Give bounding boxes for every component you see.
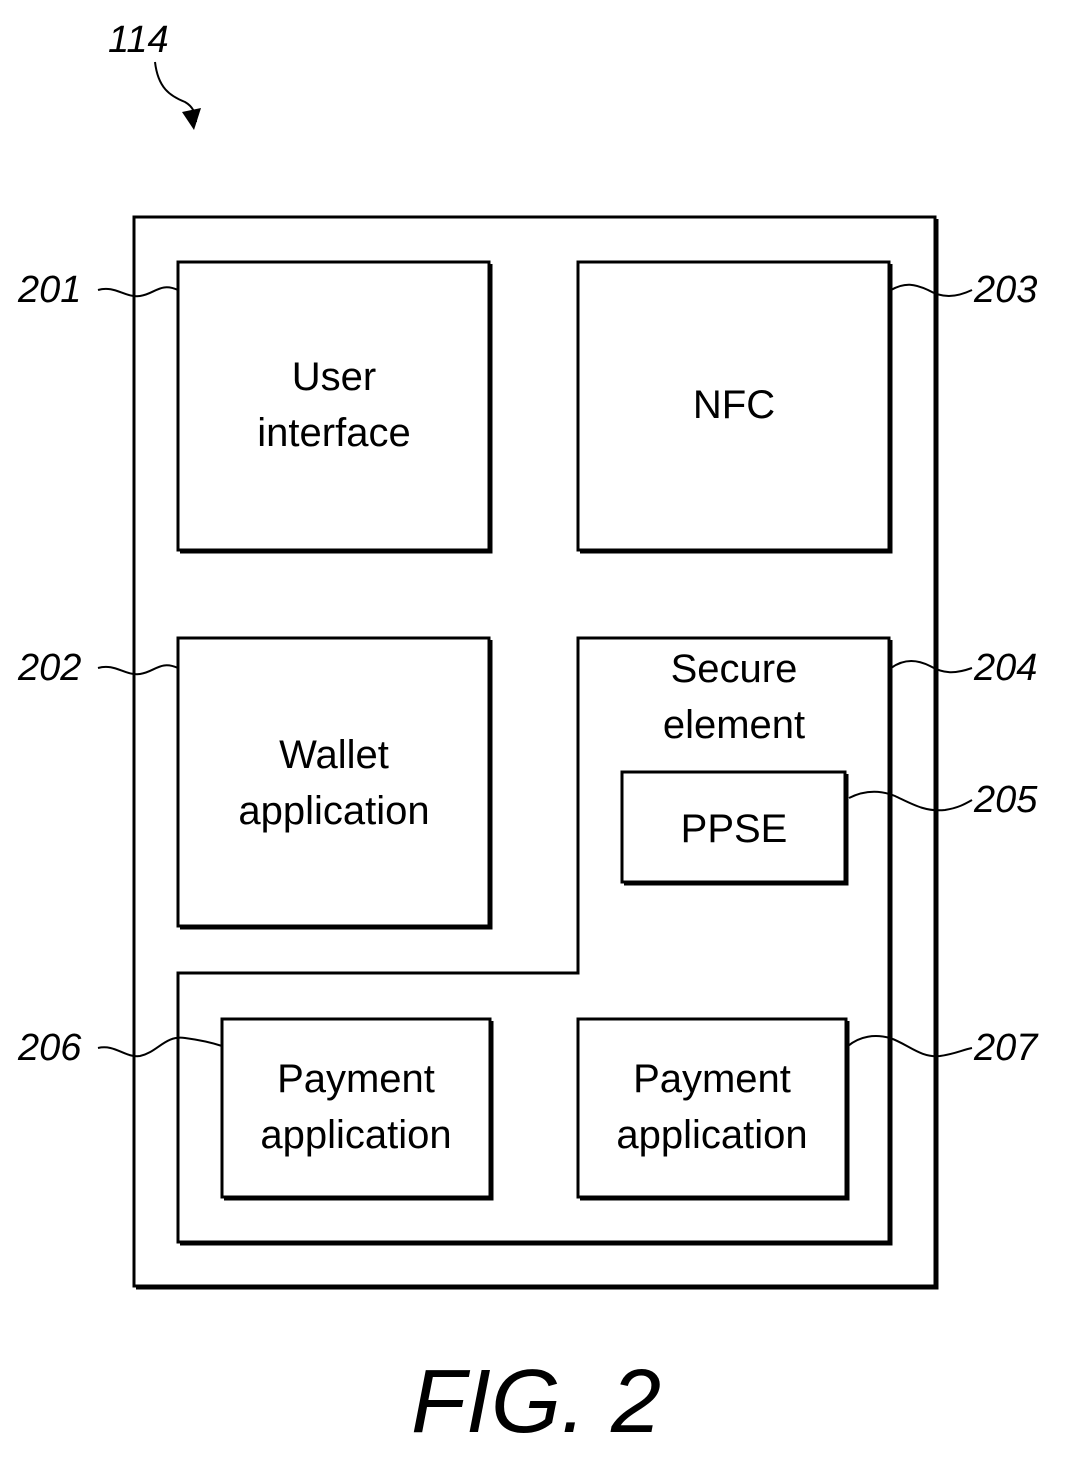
ref-206: 206 — [17, 1027, 82, 1069]
payment-right-label-1: Payment — [633, 1057, 791, 1101]
ppse-label: PPSE — [681, 807, 788, 851]
payment-application-left-block: Payment application — [220, 1017, 494, 1201]
leader-206 — [97, 1036, 223, 1058]
arrowhead-icon — [182, 108, 201, 130]
secure-element-label-1: Secure — [671, 647, 798, 691]
figure-ref-number: 114 — [108, 19, 169, 61]
diagram-canvas: 114 User interface 201 NFC 203 Wallet ap… — [17, 19, 1039, 1452]
wallet-application-block: Wallet application — [176, 636, 493, 930]
ref-207: 207 — [973, 1027, 1039, 1069]
payment-left-label-1: Payment — [277, 1057, 435, 1101]
wallet-label-1: Wallet — [279, 733, 389, 777]
nfc-label: NFC — [693, 383, 775, 427]
ref-204: 204 — [973, 647, 1037, 689]
secure-element-label-2: element — [663, 703, 805, 747]
leader-203 — [890, 283, 973, 297]
ref-203: 203 — [973, 269, 1037, 311]
leader-201 — [97, 286, 179, 298]
payment-application-right-block: Payment application — [576, 1017, 850, 1201]
leader-205 — [848, 790, 973, 812]
payment-right-label-2: application — [616, 1113, 807, 1157]
user-interface-block: User interface — [176, 260, 493, 554]
ppse-block: PPSE — [620, 770, 849, 886]
device-box — [132, 215, 937, 1288]
user-interface-label-1: User — [292, 355, 376, 399]
figure-caption: FIG. 2 — [411, 1352, 661, 1452]
nfc-block: NFC — [576, 260, 893, 554]
ref-202: 202 — [17, 647, 81, 689]
user-interface-label-2: interface — [257, 411, 410, 455]
leader-207 — [847, 1035, 973, 1058]
ref-201: 201 — [17, 269, 81, 311]
wallet-label-2: application — [238, 789, 429, 833]
payment-left-label-2: application — [260, 1113, 451, 1157]
device-box-shadow — [136, 219, 939, 1290]
leader-204 — [890, 660, 973, 674]
leader-202 — [97, 664, 179, 676]
ref-205: 205 — [973, 779, 1038, 821]
